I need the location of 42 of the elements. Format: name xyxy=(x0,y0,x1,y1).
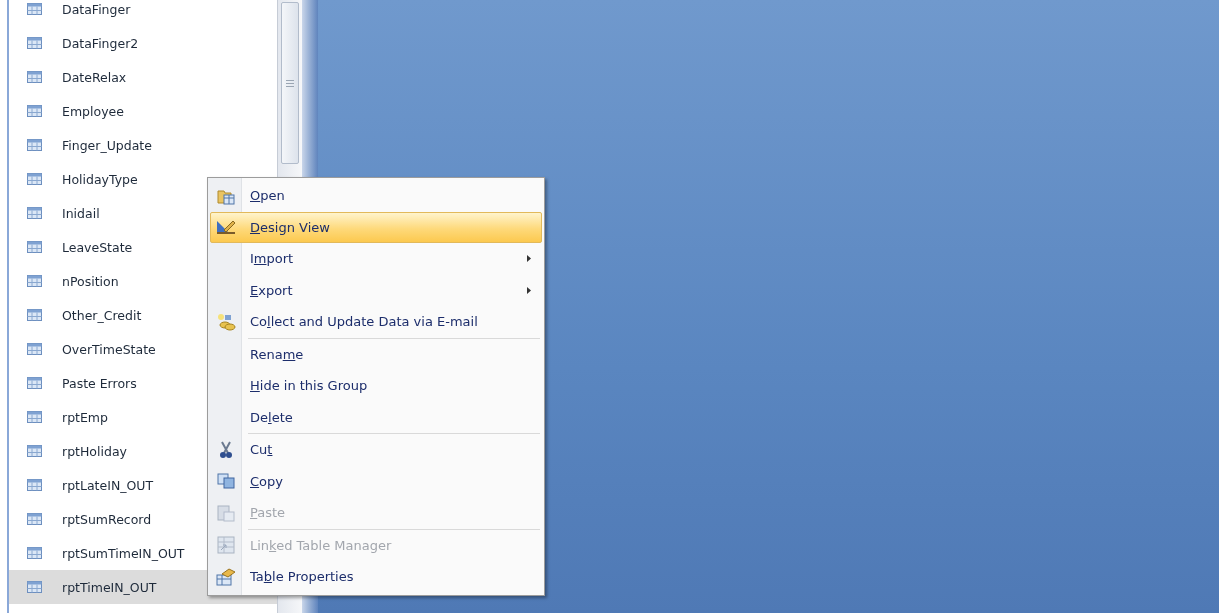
menu-item[interactable]: Delete xyxy=(210,401,542,433)
table-icon xyxy=(27,105,42,117)
table-icon xyxy=(27,309,42,321)
table-icon xyxy=(27,275,42,287)
menu-item[interactable]: Import xyxy=(210,243,542,275)
grip-icon xyxy=(286,79,294,87)
menu-item[interactable]: Rename xyxy=(210,338,542,370)
table-item[interactable]: Employee xyxy=(9,94,277,128)
table-icon xyxy=(27,71,42,83)
menu-item[interactable]: Collect and Update Data via E-mail xyxy=(210,306,542,338)
table-icon xyxy=(27,445,42,457)
menu-item[interactable]: Hide in this Group xyxy=(210,370,542,402)
table-icon xyxy=(27,513,42,525)
table-icon xyxy=(27,241,42,253)
table-icon xyxy=(27,411,42,423)
table-item[interactable]: DataFinger xyxy=(9,0,277,26)
table-link-icon xyxy=(217,536,235,555)
table-icon xyxy=(27,207,42,219)
pencil-ruler-icon xyxy=(216,219,236,236)
menu-item[interactable]: Open xyxy=(210,180,542,212)
scroll-thumb[interactable] xyxy=(281,2,299,164)
clipboard-icon xyxy=(217,503,235,522)
menu-item[interactable]: Design View xyxy=(210,211,542,243)
coins-icon xyxy=(216,312,236,331)
table-item[interactable]: DataFinger2 xyxy=(9,26,277,60)
scissors-icon xyxy=(219,440,233,459)
menu-item[interactable]: Cut xyxy=(210,434,542,466)
menu-item[interactable]: Export xyxy=(210,274,542,306)
table-icon xyxy=(27,581,42,593)
table-icon xyxy=(27,37,42,49)
table-icon xyxy=(27,377,42,389)
copy-icon xyxy=(217,473,235,490)
table-icon xyxy=(27,343,42,355)
table-item[interactable]: Finger_Update xyxy=(9,128,277,162)
table-properties-icon xyxy=(216,567,236,586)
table-icon xyxy=(27,3,42,15)
menu-item[interactable]: Copy xyxy=(210,465,542,497)
table-icon xyxy=(27,173,42,185)
table-icon xyxy=(27,479,42,491)
table-icon xyxy=(27,139,42,151)
table-item[interactable]: DateRelax xyxy=(9,60,277,94)
table-icon xyxy=(27,547,42,559)
